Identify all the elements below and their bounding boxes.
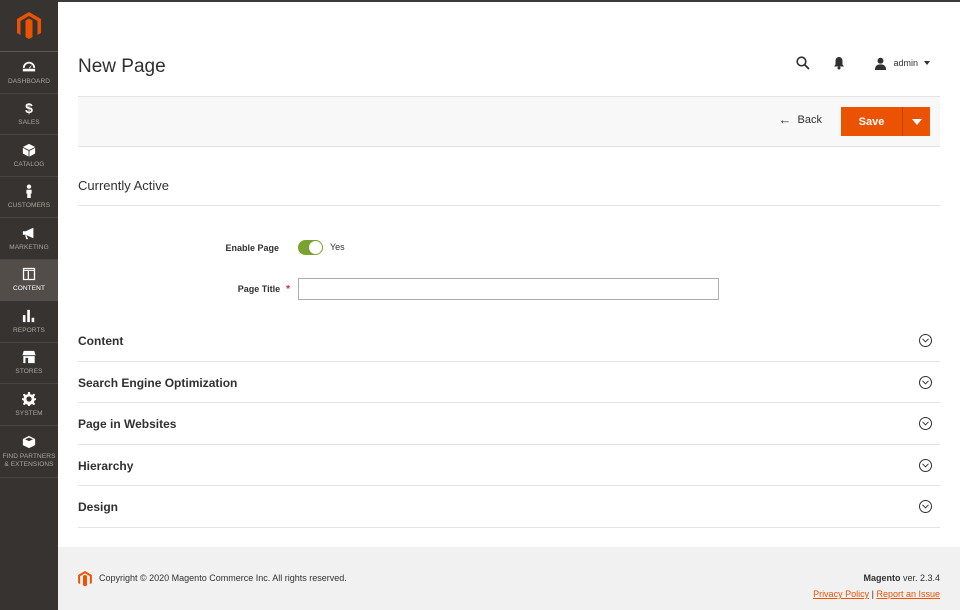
save-split-button: Save bbox=[841, 107, 930, 136]
chevron-down-circle-icon bbox=[919, 334, 932, 347]
arrow-left-icon: ← bbox=[778, 112, 792, 127]
sidebar-item-label: SALES bbox=[18, 119, 40, 127]
sidebar-item-reports[interactable]: REPORTS bbox=[0, 301, 58, 343]
sidebar-item-label: CATALOG bbox=[13, 160, 45, 168]
sidebar-item-label: STORES bbox=[15, 368, 43, 376]
sidebar-item-sales[interactable]: $ SALES bbox=[0, 94, 58, 135]
page-actions-bar: ← Back Save bbox=[78, 96, 940, 147]
sidebar-item-catalog[interactable]: CATALOG bbox=[0, 135, 58, 177]
bar-chart-icon bbox=[21, 308, 37, 324]
sidebar-item-label: MARKETING bbox=[9, 243, 49, 251]
store-icon bbox=[21, 349, 37, 365]
section-title: Hierarchy bbox=[78, 458, 134, 473]
sidebar-item-label: SYSTEM bbox=[15, 409, 43, 417]
copyright-text: Copyright © 2020 Magento Commerce Inc. A… bbox=[99, 573, 347, 583]
magento-logo-icon bbox=[17, 11, 41, 39]
enable-page-label: Enable Page bbox=[225, 243, 279, 253]
section-page-in-websites[interactable]: Page in Websites bbox=[78, 403, 940, 445]
sidebar-item-label: CONTENT bbox=[12, 285, 46, 293]
section-content[interactable]: Content bbox=[78, 320, 940, 362]
section-design[interactable]: Design bbox=[78, 486, 940, 528]
chevron-down-circle-icon bbox=[919, 375, 932, 389]
version-info: Magento ver. 2.3.4 bbox=[863, 573, 940, 583]
section-title-currently-active: Currently Active bbox=[78, 178, 170, 193]
save-button[interactable]: Save bbox=[841, 107, 902, 136]
user-icon bbox=[875, 57, 887, 70]
report-issue-link[interactable]: Report an Issue bbox=[876, 589, 940, 599]
cube-icon bbox=[21, 434, 37, 450]
section-divider bbox=[78, 205, 940, 206]
dollar-icon: $ bbox=[25, 100, 33, 117]
sidebar-item-customers[interactable]: CUSTOMERS bbox=[0, 177, 58, 218]
bell-icon[interactable] bbox=[830, 54, 848, 72]
footer-links: Privacy Policy | Report an Issue bbox=[813, 589, 940, 599]
magento-footer-logo-icon bbox=[78, 571, 92, 587]
page-title-label: Page Title bbox=[237, 284, 281, 294]
sidebar-item-label: DASHBOARD bbox=[7, 77, 51, 85]
layout-icon bbox=[21, 266, 37, 282]
privacy-policy-link[interactable]: Privacy Policy bbox=[813, 589, 869, 599]
header-actions: admin bbox=[794, 54, 930, 72]
admin-sidebar: DASHBOARD $ SALES CATALOG CUSTOMERS MARK… bbox=[0, 0, 58, 610]
magento-logo[interactable] bbox=[0, 0, 58, 52]
version-number: ver. 2.3.4 bbox=[902, 573, 940, 583]
box-icon bbox=[21, 142, 37, 158]
save-options-toggle[interactable] bbox=[902, 107, 930, 136]
sidebar-item-label: FIND PARTNERS & EXTENSIONS bbox=[2, 452, 56, 468]
admin-username: admin bbox=[893, 58, 918, 68]
link-separator: | bbox=[871, 589, 874, 599]
gear-icon bbox=[21, 391, 37, 407]
sidebar-item-partners[interactable]: FIND PARTNERS & EXTENSIONS bbox=[0, 426, 58, 478]
page-title-input[interactable] bbox=[298, 278, 719, 300]
sidebar-item-marketing[interactable]: MARKETING bbox=[0, 218, 58, 260]
chevron-down-icon bbox=[911, 118, 922, 125]
required-mark: * bbox=[286, 284, 290, 295]
toggle-knob bbox=[309, 241, 322, 254]
section-title: Page in Websites bbox=[78, 417, 177, 431]
top-border bbox=[58, 0, 960, 2]
back-button[interactable]: ← Back bbox=[778, 112, 822, 127]
section-title: Search Engine Optimization bbox=[78, 375, 238, 390]
page-title-label-wrap: Page Title * bbox=[190, 284, 290, 295]
sidebar-item-content[interactable]: CONTENT bbox=[0, 259, 58, 301]
section-seo[interactable]: Search Engine Optimization bbox=[78, 362, 940, 403]
back-button-label: Back bbox=[797, 114, 822, 126]
enable-page-toggle[interactable] bbox=[298, 240, 323, 255]
chevron-down-circle-icon bbox=[919, 417, 932, 430]
section-hierarchy[interactable]: Hierarchy bbox=[78, 445, 940, 486]
sidebar-item-label: REPORTS bbox=[12, 326, 45, 334]
person-icon bbox=[21, 183, 37, 199]
sidebar-item-dashboard[interactable]: DASHBOARD bbox=[0, 52, 58, 94]
admin-user-menu[interactable]: admin bbox=[874, 57, 930, 70]
sidebar-item-label: CUSTOMERS bbox=[7, 202, 51, 210]
chevron-down-circle-icon bbox=[919, 500, 932, 513]
sidebar-item-system[interactable]: SYSTEM bbox=[0, 384, 58, 426]
brand-name: Magento bbox=[863, 573, 901, 583]
section-title: Design bbox=[78, 500, 119, 514]
section-title: Content bbox=[78, 334, 124, 348]
page-title: New Page bbox=[78, 56, 166, 77]
search-icon[interactable] bbox=[794, 54, 812, 72]
chevron-down-icon bbox=[924, 61, 930, 65]
chevron-down-circle-icon bbox=[919, 458, 932, 472]
megaphone-icon bbox=[21, 225, 37, 241]
dashboard-icon bbox=[21, 59, 37, 75]
enable-page-value: Yes bbox=[330, 242, 345, 252]
sidebar-item-stores[interactable]: STORES bbox=[0, 343, 58, 384]
page-footer: Copyright © 2020 Magento Commerce Inc. A… bbox=[58, 547, 960, 610]
